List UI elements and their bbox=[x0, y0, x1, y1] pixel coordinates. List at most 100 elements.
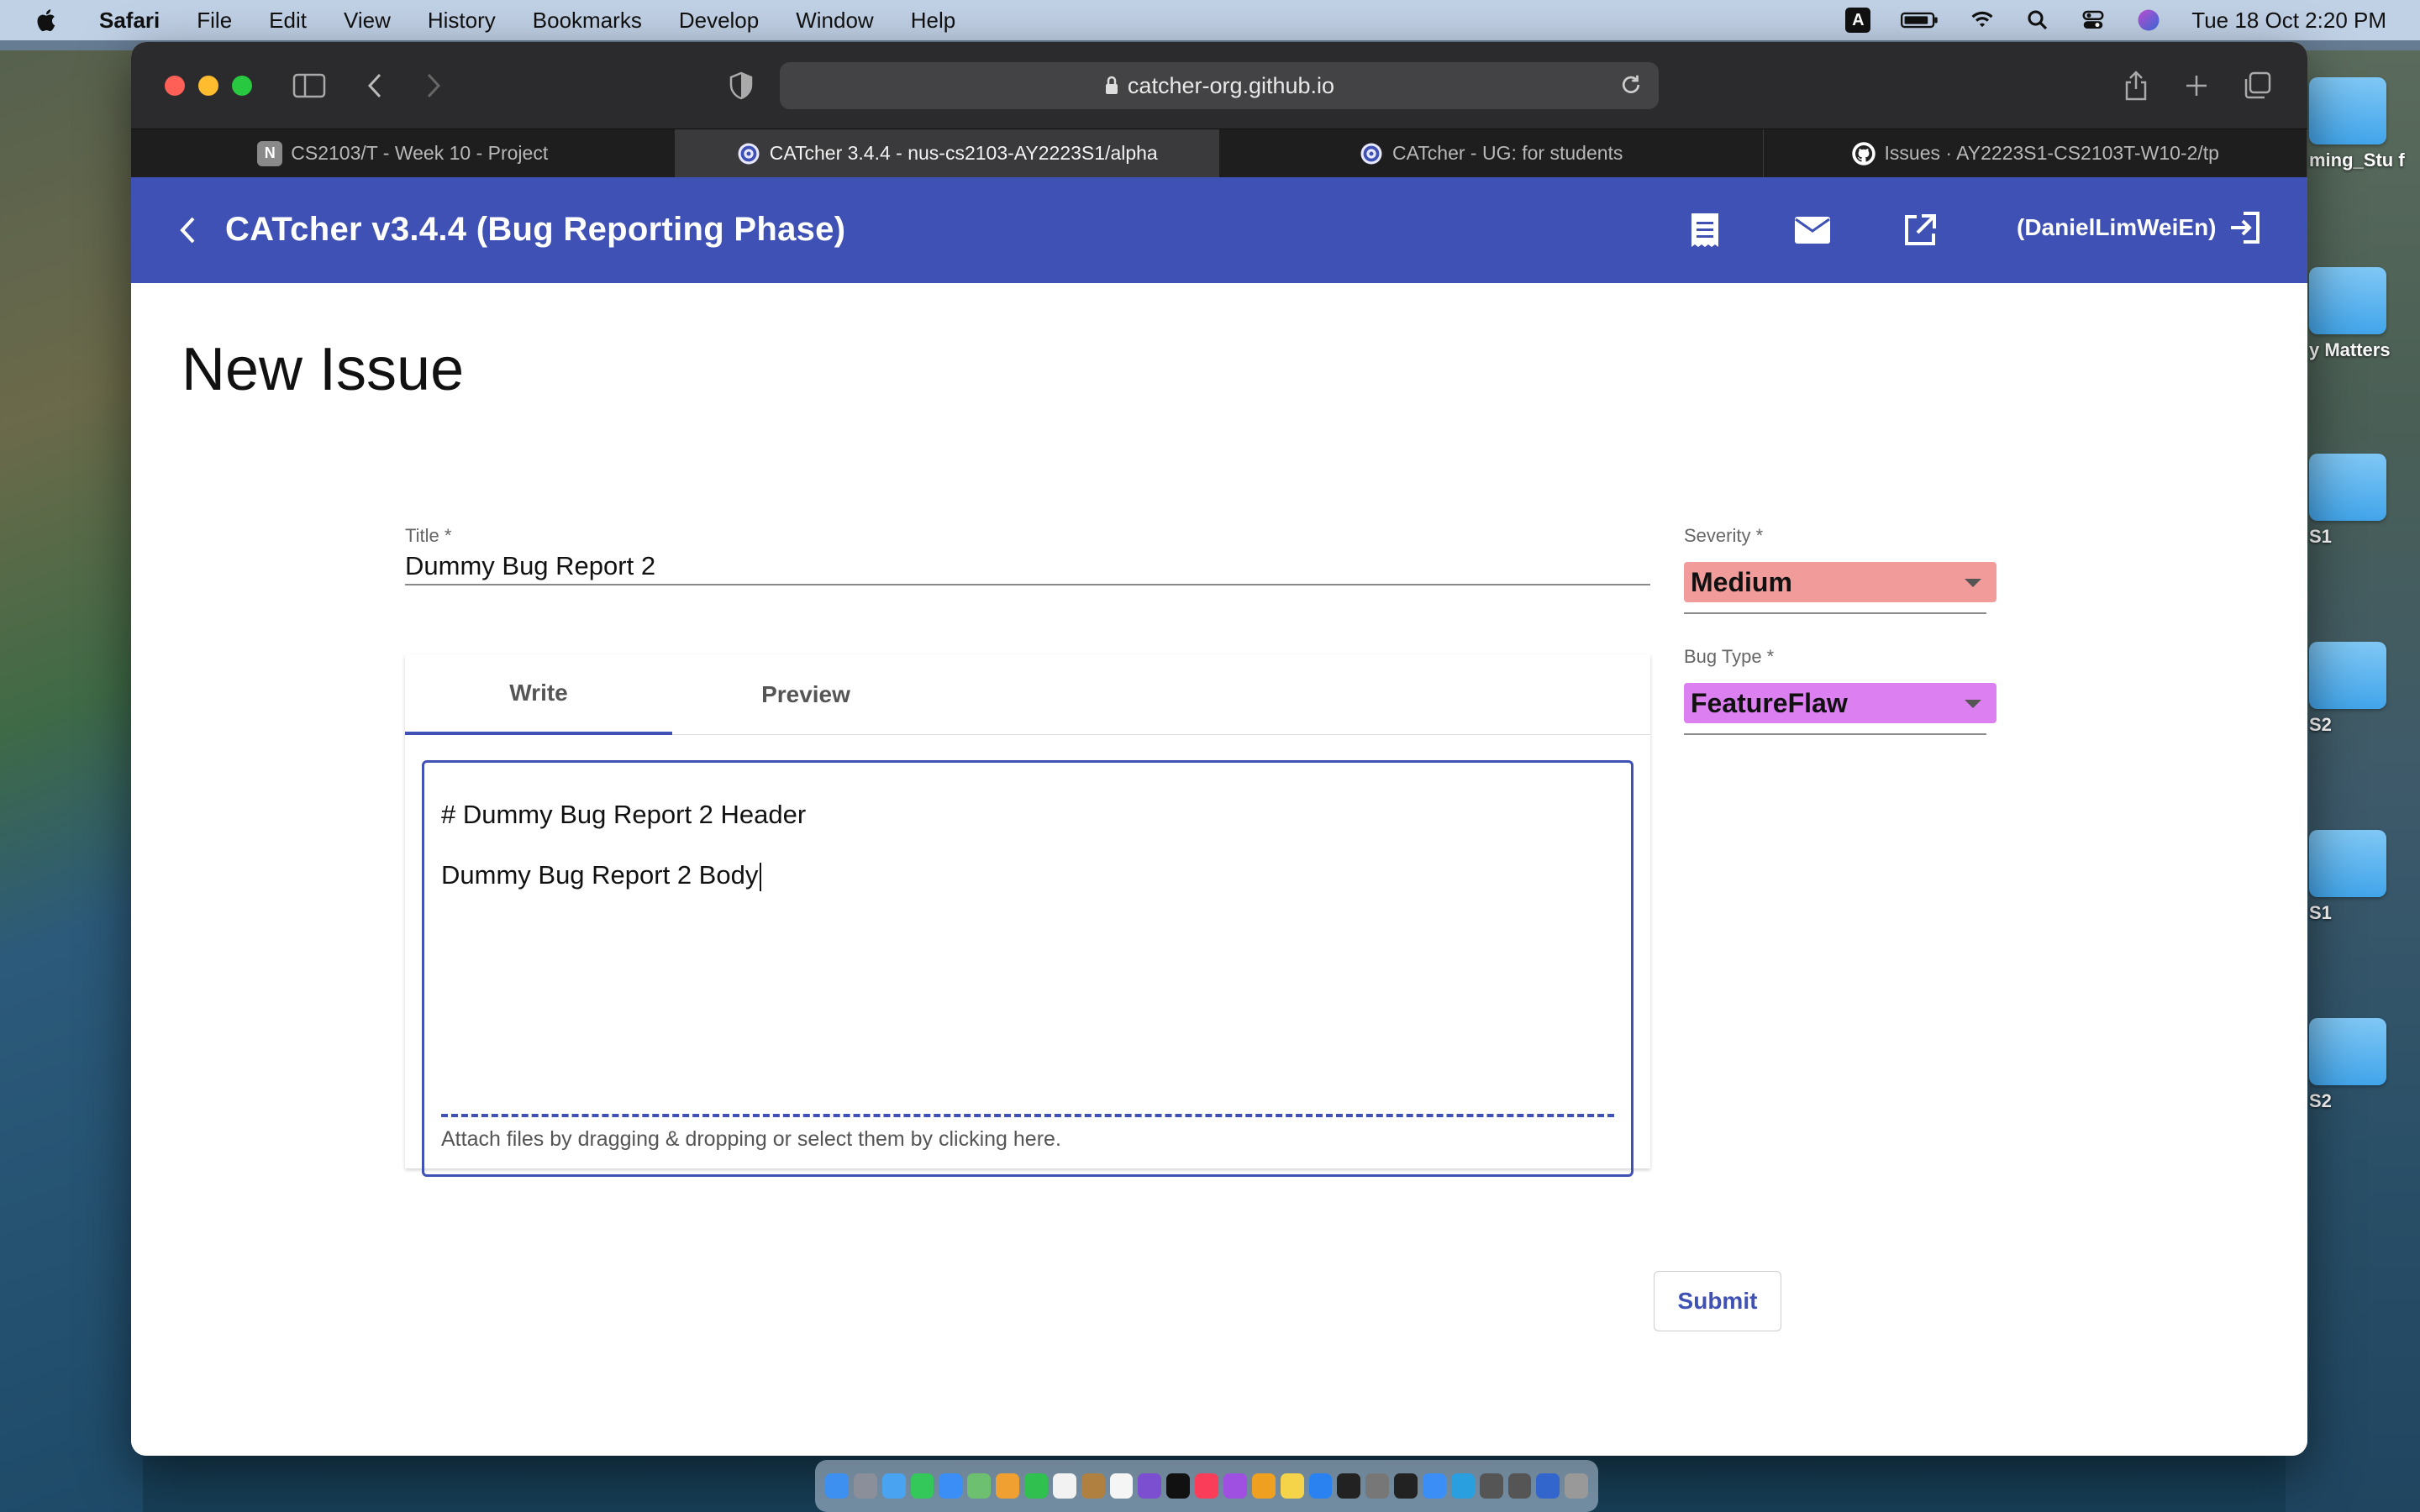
title-input[interactable] bbox=[405, 549, 1650, 585]
app-back-button[interactable] bbox=[168, 211, 207, 249]
launchpad-icon[interactable] bbox=[853, 1473, 877, 1499]
tab-catcher-ug[interactable]: CATcher - UG: for students bbox=[1219, 129, 1764, 177]
catcher-icon bbox=[1360, 143, 1382, 164]
maps-icon[interactable] bbox=[967, 1473, 992, 1499]
tab-label: CATcher - UG: for students bbox=[1392, 142, 1623, 164]
safari-icon[interactable] bbox=[881, 1473, 906, 1499]
control-center-icon[interactable] bbox=[2081, 8, 2106, 33]
reload-icon[interactable] bbox=[1618, 72, 1644, 97]
desktop-folder[interactable]: S2 bbox=[2309, 642, 2386, 736]
tab-label: CS2103/T - Week 10 - Project bbox=[291, 142, 549, 164]
menu-app-name[interactable]: Safari bbox=[99, 8, 160, 34]
desktop-folder[interactable]: ming_Stu f bbox=[2309, 77, 2405, 171]
app-store-icon[interactable] bbox=[1308, 1473, 1333, 1499]
window-controls bbox=[165, 75, 252, 96]
books-icon[interactable] bbox=[1251, 1473, 1276, 1499]
desktop-wallpaper-left bbox=[0, 50, 143, 1512]
menu-bookmarks[interactable]: Bookmarks bbox=[533, 8, 642, 34]
input-source-icon[interactable]: A bbox=[1845, 8, 1871, 33]
menu-help[interactable]: Help bbox=[911, 8, 955, 34]
github-icon bbox=[1851, 141, 1876, 165]
recent-window-icon[interactable] bbox=[1536, 1473, 1560, 1499]
menu-file[interactable]: File bbox=[197, 8, 232, 34]
desktop-folder[interactable]: S2 bbox=[2309, 1018, 2386, 1112]
bug-type-label: Bug Type * bbox=[1684, 646, 1775, 667]
forward-button[interactable] bbox=[415, 67, 452, 104]
bug-type-select[interactable]: FeatureFlaw bbox=[1684, 683, 1996, 723]
share-button[interactable] bbox=[2118, 67, 2154, 104]
tab-overview-button[interactable] bbox=[2238, 67, 2275, 104]
description-line-header: # Dummy Bug Report 2 Header bbox=[441, 800, 807, 829]
podcasts-icon[interactable] bbox=[1223, 1473, 1247, 1499]
tab-github-issues[interactable]: Issues · AY2223S1-CS2103T-W10-2/tp bbox=[1764, 129, 2307, 177]
menu-history[interactable]: History bbox=[428, 8, 496, 34]
intellij-icon[interactable] bbox=[1394, 1473, 1418, 1499]
folder-icon bbox=[2309, 77, 2386, 144]
menu-view[interactable]: View bbox=[344, 8, 391, 34]
back-button[interactable] bbox=[356, 67, 393, 104]
attach-files-link[interactable]: Attach files by dragging & dropping or s… bbox=[441, 1127, 1061, 1152]
contacts-icon[interactable] bbox=[1081, 1473, 1105, 1499]
app-title: CATcher v3.4.4 (Bug Reporting Phase) bbox=[225, 211, 846, 248]
menu-develop[interactable]: Develop bbox=[679, 8, 759, 34]
onenote-icon[interactable] bbox=[1138, 1473, 1162, 1499]
menubar-clock[interactable]: Tue 18 Oct 2:20 PM bbox=[2191, 8, 2386, 34]
submit-button[interactable]: Submit bbox=[1654, 1271, 1781, 1331]
desktop-folder[interactable]: S1 bbox=[2309, 454, 2386, 548]
messages-icon[interactable] bbox=[910, 1473, 934, 1499]
finder-icon[interactable] bbox=[825, 1473, 849, 1499]
siri-icon[interactable] bbox=[2136, 8, 2161, 33]
tab-label: Issues · AY2223S1-CS2103T-W10-2/tp bbox=[1884, 142, 2219, 164]
address-bar[interactable]: catcher-org.github.io bbox=[780, 62, 1659, 109]
tab-preview[interactable]: Preview bbox=[672, 654, 939, 735]
description-textarea[interactable]: # Dummy Bug Report 2 Header Dummy Bug Re… bbox=[422, 760, 1634, 1177]
dropdown-arrow-icon bbox=[1965, 579, 1981, 587]
sidebar-toggle-button[interactable] bbox=[291, 67, 328, 104]
music-icon[interactable] bbox=[1195, 1473, 1219, 1499]
browser-toolbar: catcher-org.github.io bbox=[131, 42, 2307, 129]
tab-catcher-alpha[interactable]: CATcher 3.4.4 - nus-cs2103-AY2223S1/alph… bbox=[675, 129, 1219, 177]
terminal-icon[interactable] bbox=[1337, 1473, 1361, 1499]
address-url: catcher-org.github.io bbox=[1127, 72, 1335, 98]
mail-app-icon[interactable] bbox=[939, 1473, 963, 1499]
facetime-icon[interactable] bbox=[1024, 1473, 1048, 1499]
menu-edit[interactable]: Edit bbox=[269, 8, 307, 34]
sidebar-icon bbox=[292, 73, 326, 98]
minimize-window-button[interactable] bbox=[198, 75, 218, 96]
description-editor: Write Preview # Dummy Bug Report 2 Heade… bbox=[405, 654, 1650, 1177]
privacy-report-button[interactable] bbox=[723, 67, 760, 104]
search-icon[interactable] bbox=[2025, 8, 2050, 33]
mail-button[interactable] bbox=[1790, 207, 1835, 253]
open-in-new-button[interactable] bbox=[1897, 207, 1943, 253]
recent-window-icon[interactable] bbox=[1479, 1473, 1503, 1499]
shield-icon bbox=[729, 71, 753, 100]
desktop-folder[interactable]: y Matters bbox=[2309, 267, 2391, 361]
notes-icon[interactable] bbox=[1280, 1473, 1304, 1499]
desktop-folder[interactable]: S1 bbox=[2309, 830, 2386, 924]
tab-cs2103-week10[interactable]: N CS2103/T - Week 10 - Project bbox=[131, 129, 676, 177]
view-list-button[interactable] bbox=[1682, 207, 1728, 253]
editor-tabs: Write Preview bbox=[405, 654, 1650, 735]
desktop-folder-label: S2 bbox=[2309, 714, 2332, 735]
telegram-icon[interactable] bbox=[1450, 1473, 1475, 1499]
trash-icon[interactable] bbox=[1565, 1473, 1589, 1499]
close-window-button[interactable] bbox=[165, 75, 185, 96]
apple-icon[interactable] bbox=[34, 7, 60, 34]
logout-icon bbox=[2230, 212, 2260, 244]
recent-window-icon[interactable] bbox=[1507, 1473, 1532, 1499]
logout-button[interactable]: (DanielLimWeiEn) bbox=[2017, 211, 2262, 244]
battery-icon[interactable] bbox=[1901, 8, 1939, 33]
new-tab-button[interactable] bbox=[2178, 67, 2215, 104]
wifi-icon[interactable] bbox=[1970, 8, 1995, 33]
find-my-icon[interactable] bbox=[1423, 1473, 1446, 1499]
system-preferences-icon[interactable] bbox=[1365, 1473, 1390, 1499]
attach-divider bbox=[441, 1114, 1614, 1117]
photos-icon[interactable] bbox=[996, 1473, 1020, 1499]
menu-window[interactable]: Window bbox=[796, 8, 873, 34]
zoom-window-button[interactable] bbox=[232, 75, 252, 96]
severity-select[interactable]: Medium bbox=[1684, 562, 1996, 602]
calendar-icon[interactable] bbox=[1052, 1473, 1076, 1499]
apple-tv-icon[interactable] bbox=[1166, 1473, 1191, 1499]
tab-write[interactable]: Write bbox=[405, 654, 672, 735]
reminders-icon[interactable] bbox=[1109, 1473, 1134, 1499]
